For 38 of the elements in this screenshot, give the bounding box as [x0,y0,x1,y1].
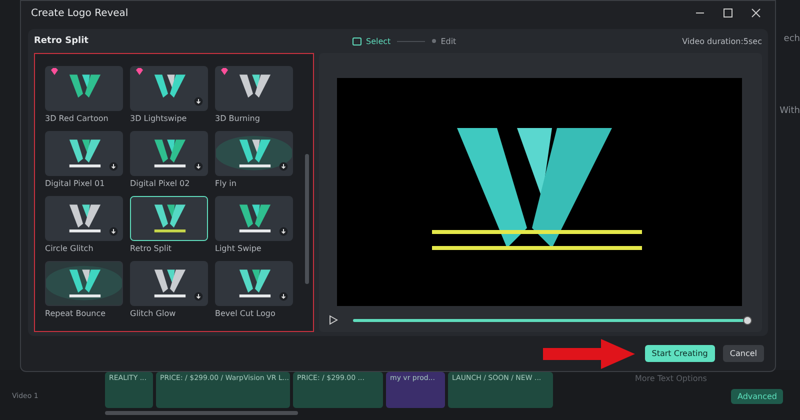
step-tab[interactable]: Edit [430,36,456,46]
video-duration: Video duration:5sec [682,36,762,46]
template-label: Glitch Glow [130,309,177,320]
start-button[interactable]: Start Creating [644,345,715,362]
template-label: Retro Split [130,244,173,255]
window-title: Create Logo Reveal [31,8,130,18]
download-icon[interactable] [194,97,203,106]
template-label: Digital Pixel 02 [130,179,191,190]
play-icon[interactable] [329,315,338,325]
download-icon[interactable] [279,162,288,171]
template-label: Circle Glitch [45,244,94,255]
step-dot-icon [430,38,437,44]
template-label: Light Swipe [215,244,262,255]
panel-text: With [780,106,800,116]
scrollbar[interactable] [305,154,309,284]
advanced-button[interactable]: Advanced [731,389,783,404]
panel-text: ech [784,34,800,44]
download-icon[interactable] [194,292,203,301]
template-label: 3D Burning [215,114,261,125]
step-tab[interactable]: Select [352,36,391,46]
cancel-button[interactable]: Cancel [722,345,764,362]
template-label: Bevel Cut Logo [215,309,276,320]
download-icon[interactable] [194,162,203,171]
step-icon [352,36,362,46]
template-title: Retro Split [34,36,90,46]
template-label: Repeat Bounce [45,309,107,320]
download-icon[interactable] [109,162,118,171]
template-label: 3D Lightswipe [130,114,188,125]
download-icon[interactable] [279,227,288,236]
template-label: Fly in [215,179,238,190]
maximize-icon[interactable] [723,8,733,18]
scrollbar[interactable] [105,411,298,415]
arrow-icon [542,338,635,368]
template-label: Digital Pixel 01 [45,179,106,190]
template-label: 3D Red Cartoon [45,114,110,125]
download-icon[interactable] [109,227,118,236]
download-icon[interactable] [279,292,288,301]
close-icon[interactable] [751,8,761,18]
